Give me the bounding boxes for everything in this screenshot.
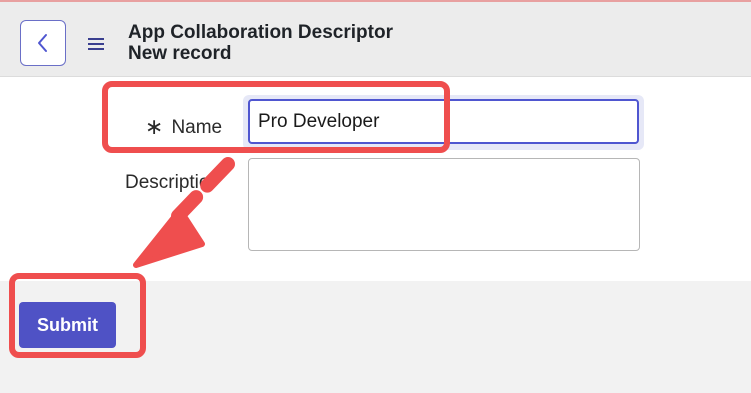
description-textarea[interactable] bbox=[248, 158, 640, 251]
name-input[interactable] bbox=[248, 99, 639, 144]
app-page: App Collaboration Descriptor New record … bbox=[0, 0, 751, 393]
back-button[interactable] bbox=[20, 20, 66, 66]
hamburger-menu-icon[interactable] bbox=[88, 37, 106, 51]
description-field-label: Descriptio bbox=[125, 172, 210, 193]
chevron-left-icon bbox=[38, 34, 47, 52]
name-field-label: ∗ Name bbox=[145, 113, 222, 139]
page-subtitle: New record bbox=[128, 43, 232, 64]
required-indicator: ∗ bbox=[145, 114, 164, 139]
record-header: App Collaboration Descriptor New record bbox=[0, 2, 751, 77]
submit-button[interactable]: Submit bbox=[19, 302, 116, 348]
page-title: App Collaboration Descriptor bbox=[128, 22, 393, 43]
name-label-text: Name bbox=[171, 117, 223, 138]
title-block: App Collaboration Descriptor New record bbox=[128, 22, 393, 64]
